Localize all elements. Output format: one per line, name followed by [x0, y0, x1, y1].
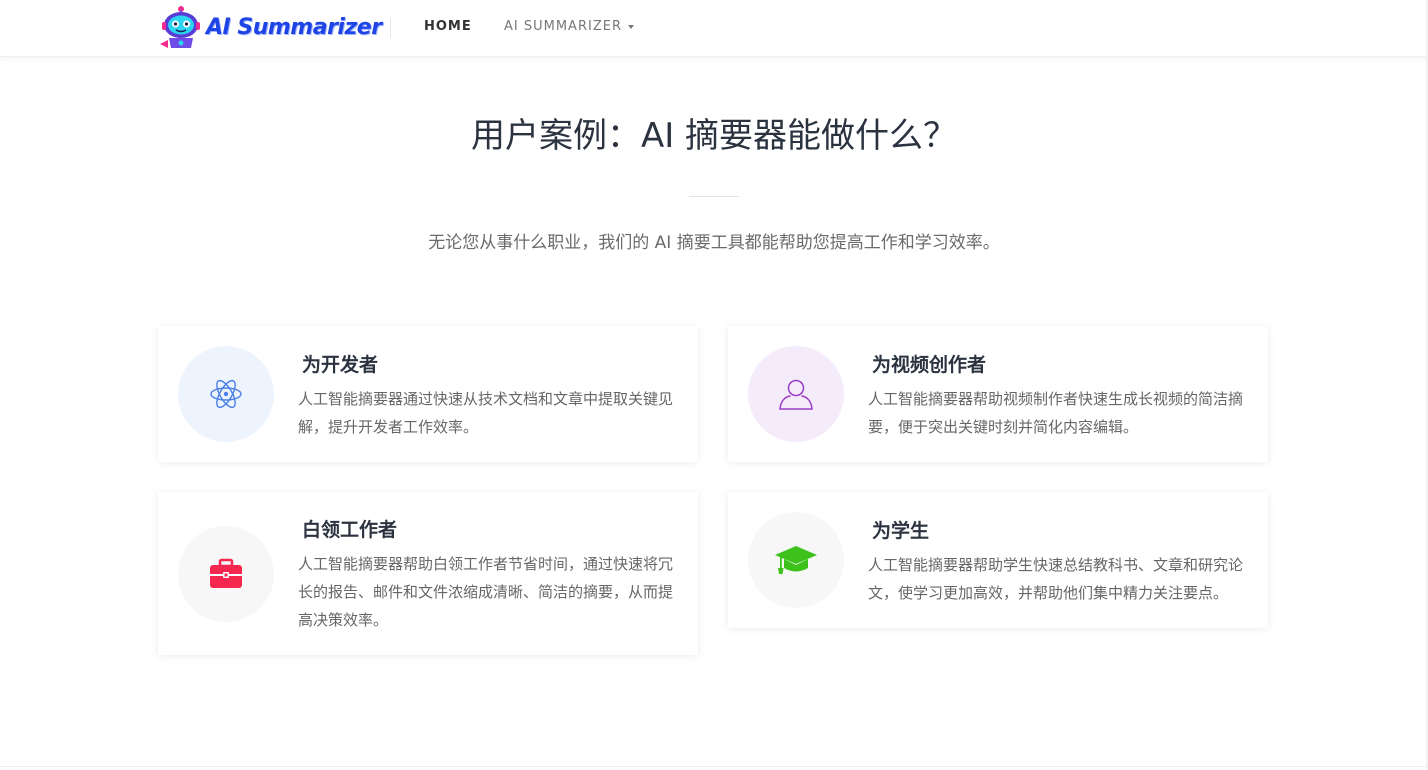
card-description: 人工智能摘要器通过快速从技术文档和文章中提取关键见解，提升开发者工作效率。 [298, 390, 674, 436]
logo-text: AI Summarizer [206, 14, 382, 40]
card-title: 为学生 [872, 520, 930, 542]
card-icon-circle [178, 346, 274, 442]
page-title: 用户案例：AI 摘要器能做什么？ [470, 116, 958, 156]
nav-ai-summarizer-dropdown[interactable]: AI SUMMARIZER [504, 19, 634, 34]
robot-logo-icon [160, 6, 200, 48]
card-description: 人工智能摘要器帮助视频制作者快速生成长视频的简洁摘要，便于突出关键时刻并简化内容… [868, 390, 1244, 436]
card-title: 为视频创作者 [872, 354, 987, 376]
card-title: 为开发者 [302, 354, 379, 376]
nav-divider [390, 18, 391, 38]
nav-ai-summarizer-label: AI SUMMARIZER [504, 19, 622, 34]
card-title: 白领工作者 [302, 519, 398, 541]
use-case-card-students: 为学生 人工智能摘要器帮助学生快速总结教科书、文章和研究论文，使学习更加高效，并… [728, 492, 1268, 628]
briefcase-icon [210, 558, 242, 588]
use-case-card-developers: 为开发者 人工智能摘要器通过快速从技术文档和文章中提取关键见解，提升开发者工作效… [158, 326, 698, 462]
card-icon-circle [748, 512, 844, 608]
card-icon-circle [178, 526, 274, 622]
card-description: 人工智能摘要器帮助白领工作者节省时间，通过快速将冗长的报告、邮件和文件浓缩成清晰… [298, 555, 674, 629]
footer-divider [0, 766, 1428, 767]
title-divider [689, 196, 739, 197]
card-description: 人工智能摘要器帮助学生快速总结教科书、文章和研究论文，使学习更加高效，并帮助他们… [868, 556, 1244, 602]
card-icon-circle [748, 346, 844, 442]
atom-icon [210, 379, 242, 409]
page-subtitle: 无论您从事什么职业，我们的 AI 摘要工具都能帮助您提高工作和学习效率。 [428, 233, 1000, 253]
use-case-card-white-collar: 白领工作者 人工智能摘要器帮助白领工作者节省时间，通过快速将冗长的报告、邮件和文… [158, 492, 698, 655]
graduation-cap-icon [775, 546, 817, 574]
user-icon [779, 379, 813, 410]
logo[interactable]: AI Summarizer [158, 4, 382, 50]
nav-home-link[interactable]: HOME [424, 19, 472, 34]
caret-down-icon [627, 24, 634, 29]
top-navbar: AI Summarizer HOME AI SUMMARIZER [0, 0, 1428, 57]
use-case-card-video-creators: 为视频创作者 人工智能摘要器帮助视频制作者快速生成长视频的简洁摘要，便于突出关键… [728, 326, 1268, 462]
